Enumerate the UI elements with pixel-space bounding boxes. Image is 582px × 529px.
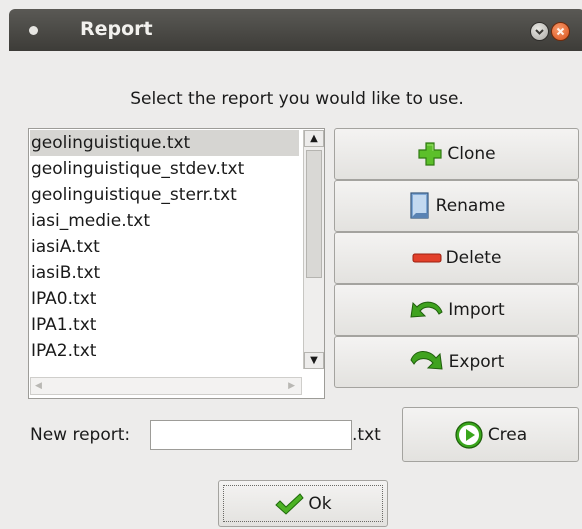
scroll-down-icon[interactable]: ▼ [304,352,324,369]
plus-icon [417,141,443,167]
play-icon [454,420,484,450]
import-label: Import [448,300,505,320]
report-list-item[interactable]: iasi_medie.txt [30,208,299,234]
scroll-thumb[interactable] [306,150,322,278]
delete-label: Delete [445,248,502,268]
new-report-input[interactable] [150,420,352,450]
title-bar[interactable]: Report [9,9,582,51]
report-dialog: Report Select the report you would like … [9,9,582,529]
checkmark-icon [274,492,305,516]
export-button[interactable]: Export [334,336,579,388]
vertical-scrollbar[interactable]: ▲ ▼ [303,130,324,369]
horizontal-scrollbar[interactable]: ◀ ▶ [30,377,302,395]
scroll-left-icon[interactable]: ◀ [35,381,42,391]
report-list[interactable]: geolinguistique.txt geolinguistique_stdev… [28,128,325,399]
report-list-item[interactable]: iasiA.txt [30,234,299,260]
scroll-up-icon[interactable]: ▲ [304,130,324,147]
report-list-item[interactable]: IPA2.txt [30,338,299,364]
extension-label: .txt [352,425,381,445]
export-arrow-icon [409,350,445,374]
export-label: Export [448,352,505,372]
scroll-right-icon[interactable]: ▶ [288,381,295,391]
minimize-icon[interactable] [530,22,549,41]
report-list-item[interactable]: geolinguistique.txt [30,130,299,156]
create-button[interactable]: Crea [402,407,579,462]
minus-icon [412,252,442,264]
report-list-item[interactable]: geolinguistique_sterr.txt [30,182,299,208]
instruction-text: Select the report you would like to use. [130,89,464,109]
ok-label: Ok [308,493,332,514]
report-list-item[interactable]: geolinguistique_stdev.txt [30,156,299,182]
ok-button[interactable]: Ok [218,480,388,527]
create-label: Crea [487,424,528,445]
document-icon [408,191,432,221]
window-title: Report [80,18,153,40]
report-list-item[interactable]: IPA0.txt [30,286,299,312]
close-icon[interactable] [551,22,570,41]
delete-button[interactable]: Delete [334,232,579,284]
rename-button[interactable]: Rename [334,180,579,232]
import-button[interactable]: Import [334,284,579,336]
window-menu-icon[interactable] [29,26,38,35]
report-list-item[interactable]: IPA1.txt [30,312,299,338]
new-report-label: New report: [30,425,131,445]
import-arrow-icon [408,298,444,322]
clone-label: Clone [447,144,496,164]
rename-label: Rename [435,196,506,216]
report-list-item[interactable]: iasiB.txt [30,260,299,286]
clone-button[interactable]: Clone [334,128,579,180]
report-list-items: geolinguistique.txt geolinguistique_stdev… [30,130,299,368]
